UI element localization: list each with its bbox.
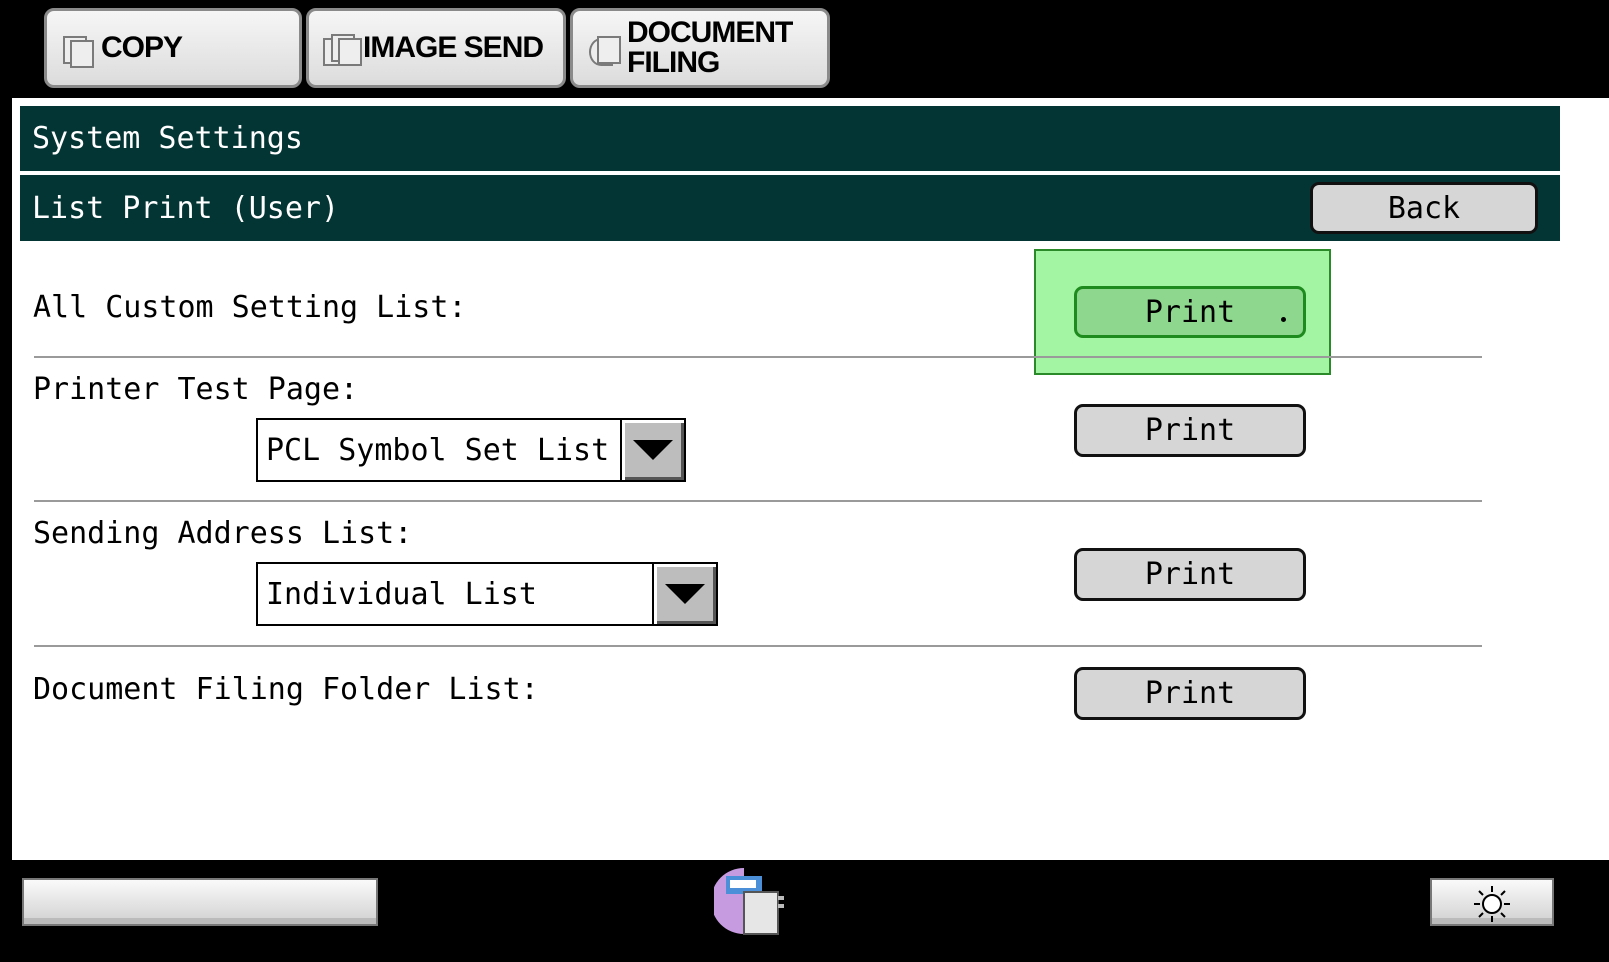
job-status-button[interactable]: [22, 878, 378, 926]
copy-icon: [61, 32, 95, 68]
print-button-label: Print: [1144, 294, 1236, 330]
machine-status-icon: [711, 866, 794, 936]
brightness-icon: [1472, 884, 1512, 924]
row-label-printer-test-page: Printer Test Page:: [33, 372, 359, 407]
sending-address-list-select-value: Individual List: [266, 576, 537, 612]
print-button-document-filing-folder-list[interactable]: Print: [1074, 667, 1306, 720]
tab-image-send[interactable]: IMAGE SEND: [306, 8, 566, 88]
row-label-sending-address-list: Sending Address List:: [33, 516, 413, 551]
print-button-label: Print: [1144, 413, 1236, 448]
sending-address-list-select[interactable]: Individual List: [256, 562, 718, 626]
print-button-sending-address-list[interactable]: Print: [1074, 548, 1306, 601]
tab-image-send-label: IMAGE SEND: [363, 31, 544, 64]
printer-test-page-select-value: PCL Symbol Set List: [266, 432, 610, 468]
back-button[interactable]: Back: [1310, 182, 1538, 234]
focus-dot: [1281, 317, 1286, 322]
print-button-label: Print: [1144, 676, 1236, 711]
tab-document-filing-label: DOCUMENT FILING: [627, 16, 793, 79]
print-button-label: Print: [1144, 557, 1236, 592]
page-title: System Settings: [32, 121, 303, 156]
printer-test-page-select[interactable]: PCL Symbol Set List: [256, 418, 686, 482]
dropdown-arrow-icon[interactable]: [652, 564, 716, 624]
row-label-all-custom-setting: All Custom Setting List:: [33, 290, 467, 325]
document-filing-icon: [587, 32, 621, 66]
print-button-printer-test-page[interactable]: Print: [1074, 404, 1306, 457]
tab-document-filing[interactable]: DOCUMENT FILING: [570, 8, 830, 88]
divider: [34, 645, 1482, 647]
print-button-all-custom-setting[interactable]: Print: [1074, 286, 1306, 338]
divider: [34, 500, 1482, 502]
divider: [34, 356, 1482, 358]
row-label-document-filing-folder-list: Document Filing Folder List:: [33, 672, 539, 707]
brightness-button[interactable]: [1430, 878, 1554, 926]
page-subtitle: List Print (User): [32, 190, 340, 226]
system-settings-header: System Settings: [20, 106, 1560, 171]
dropdown-arrow-icon[interactable]: [620, 420, 684, 480]
back-button-label: Back: [1387, 190, 1461, 226]
tab-copy[interactable]: COPY: [44, 8, 302, 88]
tab-copy-label: COPY: [101, 31, 183, 64]
image-send-icon: [323, 32, 362, 66]
